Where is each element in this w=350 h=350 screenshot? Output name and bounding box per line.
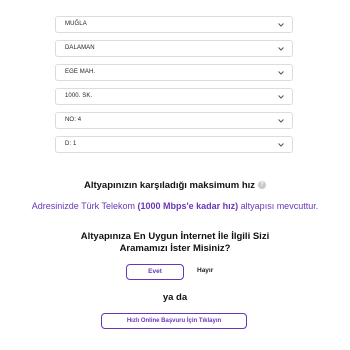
apartment-select[interactable]: D: 1 [55,136,293,153]
neighborhood-select[interactable]: EGE MAH. [55,64,293,81]
street-select-value: 1000. SK. [65,93,93,99]
question-icon[interactable]: ? [258,181,267,190]
chevron-down-icon [278,119,284,123]
max-speed-title-text: Altyapınızın karşıladığı maksimum hız [83,180,256,191]
chevron-down-icon [278,95,284,99]
district-select[interactable]: DALAMAN [55,40,293,57]
availability-suffix: altyapısı mevcuttur. [238,201,319,211]
chevron-down-icon [278,71,284,75]
apartment-select-value: D: 1 [65,141,77,147]
street-select[interactable]: 1000. SK. [55,88,293,105]
no-button[interactable]: Hayır [197,267,213,274]
availability-prefix: Adresinizde Türk Telekom [31,201,138,211]
availability-speed: (1000 Mbps'e kadar hız) [137,201,239,211]
availability-message: Adresinizde Türk Telekom (1000 Mbps'e ka… [0,201,350,211]
or-separator: ya da [162,292,188,303]
building-no-select[interactable]: NO: 4 [55,112,293,129]
address-selects: MUĞLA DALAMAN EGE MAH. 1000. SK. NO: 4 D… [55,16,293,160]
chevron-down-icon [278,23,284,27]
callback-question-line-1: Altyapınıza En Uygun İnternet İle İlgili… [80,231,270,242]
neighborhood-select-value: EGE MAH. [65,69,96,75]
yes-button[interactable]: Evet [126,264,184,280]
city-select-value: MUĞLA [65,21,87,27]
chevron-down-icon [278,47,284,51]
district-select-value: DALAMAN [65,45,95,51]
chevron-down-icon [278,143,284,147]
max-speed-title: Altyapınızın karşıladığı maksimum hız? [0,180,350,191]
callback-question: Altyapınıza En Uygun İnternet İle İlgili… [0,231,350,255]
building-no-select-value: NO: 4 [65,117,82,123]
online-apply-button[interactable]: Hızlı Online Başvuru İçin Tıklayın [101,313,247,329]
city-select[interactable]: MUĞLA [55,16,293,33]
callback-question-line-2: Aramamızı İster Misiniz? [119,243,231,254]
